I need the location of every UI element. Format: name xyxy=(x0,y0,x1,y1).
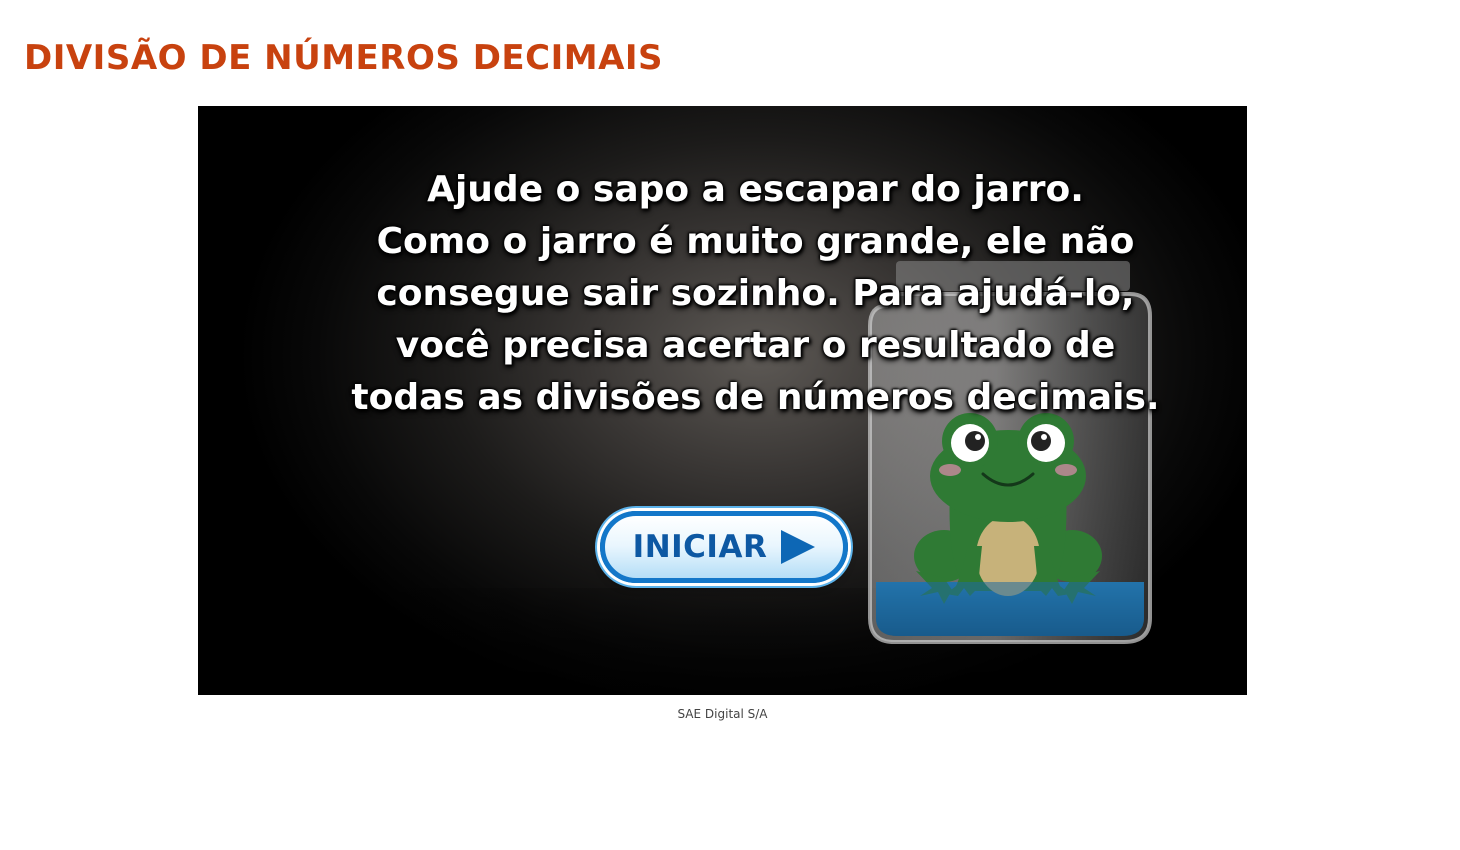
start-button-label: INICIAR xyxy=(632,529,768,565)
play-icon xyxy=(781,530,816,564)
game-stage[interactable]: Ajude o sapo a escapar do jarro. Como o … xyxy=(198,106,1247,695)
intro-instructions: Ajude o sapo a escapar do jarro. Como o … xyxy=(351,169,1160,418)
page-title: DIVISÃO DE NÚMEROS DECIMAIS xyxy=(24,38,664,78)
start-button[interactable]: INICIAR xyxy=(600,511,848,583)
footer-credit: SAE Digital S/A xyxy=(677,707,768,721)
